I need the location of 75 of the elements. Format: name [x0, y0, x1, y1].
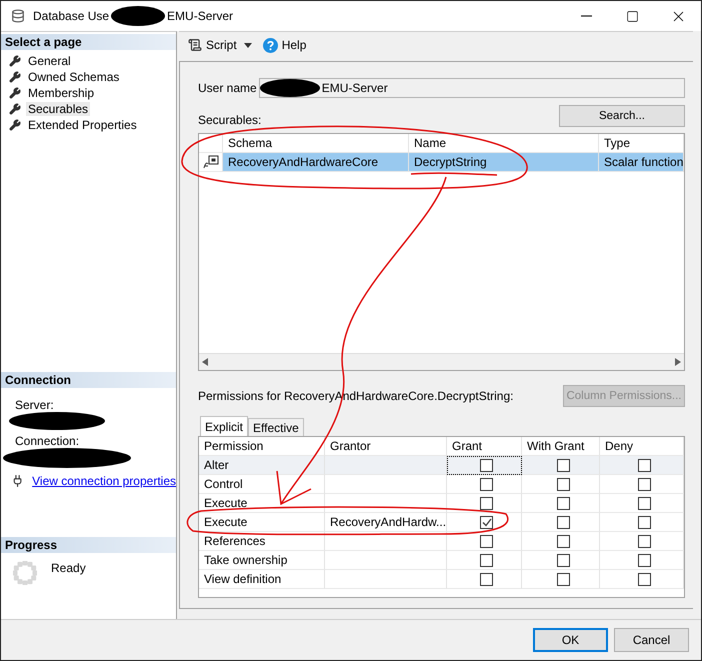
user-name-label: User name [198, 81, 257, 95]
permission-row[interactable]: Alter [199, 456, 684, 475]
minimize-icon [580, 15, 592, 17]
horizontal-scrollbar[interactable] [199, 353, 684, 370]
checkbox[interactable] [638, 458, 650, 472]
dropdown-caret-icon[interactable] [244, 42, 252, 48]
wrench-icon [9, 55, 21, 67]
table-cell: RecoveryAndHardwareCore [223, 153, 409, 172]
user-name-field[interactable]: EMU-Server [258, 78, 685, 98]
search-button[interactable]: Search... [559, 105, 685, 127]
checkbox[interactable] [638, 478, 650, 490]
help-button[interactable]: Help [260, 36, 310, 54]
permission-row[interactable]: View definition [199, 570, 684, 589]
checkbox[interactable] [480, 478, 493, 490]
checkbox[interactable] [556, 458, 570, 472]
scroll-right-icon[interactable] [675, 358, 681, 366]
checkbox[interactable] [556, 478, 570, 490]
securables-label: Securables: [198, 113, 262, 127]
permission-row[interactable]: Take ownership [199, 551, 684, 570]
checkbox[interactable] [480, 554, 493, 566]
checkbox[interactable] [638, 572, 650, 586]
checkbox[interactable] [480, 458, 493, 472]
page-item[interactable]: Extended Properties [26, 118, 139, 132]
connection-properties-link[interactable]: View connection properties [32, 474, 176, 488]
help-icon [262, 38, 278, 52]
table-cell: DecryptString [409, 153, 599, 172]
spinner-icon [13, 561, 37, 585]
securable-row[interactable]: RecoveryAndHardwareCore DecryptString Scalar function [199, 153, 684, 172]
checkbox[interactable] [556, 516, 570, 528]
checkbox[interactable] [480, 516, 493, 528]
checkbox[interactable] [556, 496, 570, 510]
section-header: Connection [1, 372, 176, 388]
checkbox[interactable] [480, 534, 493, 548]
page-item[interactable]: General [26, 54, 73, 68]
tab[interactable]: Explicit [200, 416, 248, 436]
checkbox[interactable] [480, 496, 493, 510]
section-header: Progress [1, 537, 176, 553]
database-icon [11, 9, 25, 23]
scroll-icon [188, 38, 202, 52]
checkbox[interactable] [556, 572, 570, 586]
connection-label: Connection: [15, 434, 80, 448]
wrench-icon [9, 119, 21, 131]
wrench-icon [9, 87, 21, 99]
wrench-icon [9, 71, 21, 83]
permission-row[interactable]: Execute RecoveryAndHardw... [199, 513, 684, 532]
function-icon [202, 155, 218, 169]
server-label: Server: [15, 398, 55, 412]
page-item[interactable]: Securables [26, 102, 90, 116]
tab[interactable]: Effective [248, 418, 304, 436]
user-name-value: EMU-Server [322, 81, 388, 95]
checkbox[interactable] [480, 572, 493, 586]
section-header: Select a page [1, 34, 176, 50]
page-item[interactable]: Membership [26, 86, 96, 100]
window-title: EMU-Server [167, 9, 234, 23]
progress-status: Ready [51, 561, 86, 575]
scroll-left-icon[interactable] [202, 358, 208, 366]
wrench-icon [9, 103, 21, 115]
cancel-button[interactable]: Cancel [614, 628, 689, 652]
plug-icon [11, 474, 24, 488]
checkbox[interactable] [638, 496, 650, 510]
checkbox[interactable] [556, 554, 570, 566]
checkbox[interactable] [556, 534, 570, 548]
permission-row[interactable]: References [199, 532, 684, 551]
window-title: Database Use [33, 9, 110, 23]
page-item[interactable]: Owned Schemas [26, 70, 122, 84]
permission-row[interactable]: Execute [199, 494, 684, 513]
table-cell: View definition [199, 570, 325, 589]
ok-button[interactable]: OK [533, 628, 608, 652]
table-cell: Scalar function [599, 153, 684, 172]
permission-row[interactable]: Control [199, 475, 684, 494]
maximize-icon [626, 10, 638, 22]
script-button[interactable]: Script [185, 36, 240, 54]
checkbox[interactable] [638, 516, 650, 528]
checkbox[interactable] [638, 534, 650, 548]
checkbox[interactable] [638, 554, 650, 566]
